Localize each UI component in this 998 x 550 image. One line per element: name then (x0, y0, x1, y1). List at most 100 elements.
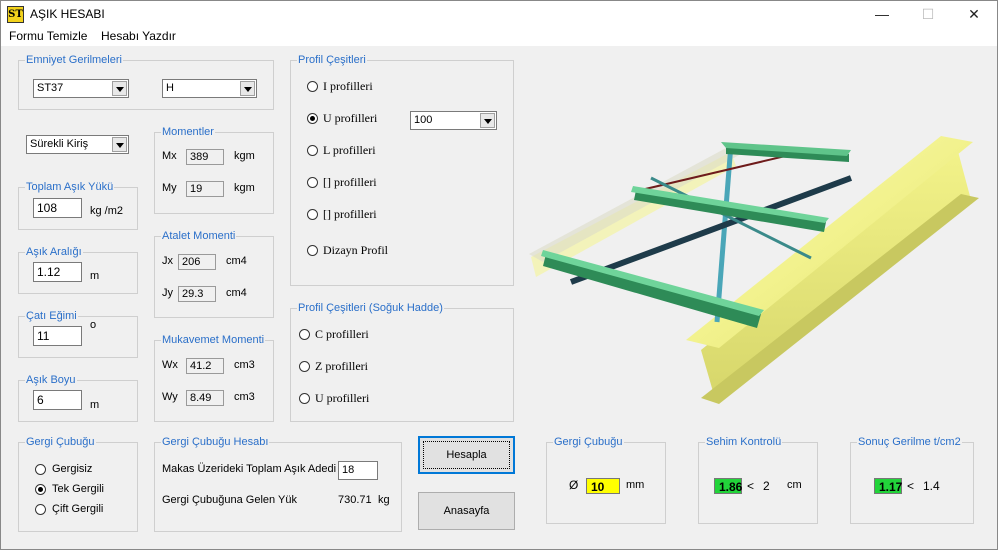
radio-cift-gergili[interactable] (35, 504, 46, 515)
steel-select-value: ST37 (37, 82, 64, 94)
dizayn-profil-label: Dizayn Profil (323, 243, 388, 257)
wx-value: 41.2 (186, 358, 224, 374)
mx-value: 389 (186, 149, 224, 165)
radio-c-profil[interactable] (299, 329, 310, 340)
atalet-legend: Atalet Momenti (162, 230, 236, 242)
toplam-yuk-input[interactable]: 108 (33, 198, 82, 218)
toplam-yuk-legend: Toplam Aşık Yükü (26, 181, 114, 193)
radio-l-profil[interactable] (307, 145, 318, 156)
jx-value: 206 (178, 254, 216, 270)
gerilme-limit: 1.4 (923, 479, 940, 493)
diameter-icon: Ø (569, 478, 579, 492)
tek-gergili-label: Tek Gergili (52, 483, 104, 495)
load-case-select-value: H (166, 82, 174, 94)
result-gergi-value: 10 (586, 478, 620, 494)
minimize-button[interactable]: — (859, 1, 905, 27)
profil-size-value: 100 (414, 114, 433, 126)
wy-value: 8.49 (186, 390, 224, 406)
wy-label: Wy (162, 391, 178, 403)
profil-legend: Profil Çeşitleri (298, 54, 366, 66)
jy-label: Jy (162, 287, 173, 299)
makas-input[interactable]: 18 (338, 461, 378, 480)
result-gergi-unit: mm (626, 479, 645, 491)
gergi-yuk-unit: kg (378, 494, 390, 506)
cift-gergili-label: Çift Gergili (52, 503, 104, 515)
menu-bar: Formu Temizle Hesabı Yazdır (0, 26, 998, 46)
radio-u-profil[interactable] (307, 113, 318, 124)
result-gergi-legend: Gergi Çubuğu (554, 436, 623, 448)
cati-egimi-legend: Çatı Eğimi (26, 310, 77, 322)
soguk-hadde-legend: Profil Çeşitleri (Soğuk Hadde) (298, 302, 443, 314)
i-profil-label: I profilleri (323, 79, 373, 93)
radio-i-profil[interactable] (307, 81, 318, 92)
hesapla-button[interactable]: Hesapla (418, 436, 515, 474)
jy-unit: cm4 (226, 287, 247, 299)
chevron-down-icon[interactable] (112, 81, 127, 96)
mx-unit: kgm (234, 150, 255, 162)
load-case-select[interactable]: H (162, 79, 257, 98)
u-profil-label: U profilleri (323, 111, 378, 125)
asik-araligi-input[interactable]: 1.12 (33, 262, 82, 282)
sehim-legend: Sehim Kontrolü (706, 436, 782, 448)
chevron-down-icon[interactable] (240, 81, 255, 96)
gergisiz-label: Gergisiz (52, 463, 93, 475)
chevron-down-icon[interactable] (112, 137, 127, 152)
radio-box-profil-1[interactable] (307, 177, 318, 188)
close-button[interactable]: ✕ (951, 1, 997, 27)
makas-label: Makas Üzerideki Toplam Aşık Adedi (162, 463, 337, 475)
jx-unit: cm4 (226, 255, 247, 267)
sehim-lt: < (747, 479, 755, 493)
box-profil-2-label: [] profilleri (323, 207, 377, 221)
radio-dizayn-profil[interactable] (307, 245, 318, 256)
atalet-group: Atalet Momenti (154, 230, 274, 318)
profil-size-select[interactable]: 100 (410, 111, 497, 130)
box-profil-1-label: [] profilleri (323, 175, 377, 189)
window-title: AŞIK HESABI (30, 7, 105, 21)
my-unit: kgm (234, 182, 255, 194)
radio-soguk-u-profil[interactable] (299, 393, 310, 404)
soguk-u-profil-label: U profilleri (315, 391, 370, 405)
toplam-yuk-unit: kg /m2 (90, 205, 124, 217)
gerilme-value: 1.17 (874, 478, 902, 494)
jx-label: Jx (162, 255, 173, 267)
cati-egimi-unit: o (90, 319, 97, 331)
anasayfa-button[interactable]: Anasayfa (418, 492, 515, 530)
gergi-yuk-value: 730.71 (338, 494, 372, 506)
momentler-group: Momentler (154, 126, 274, 214)
l-profil-label: L profilleri (323, 143, 376, 157)
z-profil-label: Z profilleri (315, 359, 368, 373)
radio-z-profil[interactable] (299, 361, 310, 372)
gergi-yuk-label: Gergi Çubuğuna Gelen Yük (162, 494, 297, 506)
app-icon: ST (7, 6, 24, 23)
jy-value: 29.3 (178, 286, 216, 302)
maximize-button[interactable]: ☐ (905, 1, 951, 27)
client-area: Emniyet Gerilmeleri ST37 H Sürekli Kiriş… (0, 46, 998, 550)
c-profil-label: C profilleri (315, 327, 369, 341)
menu-formu-temizle[interactable]: Formu Temizle (9, 29, 87, 43)
radio-tek-gergili[interactable] (35, 484, 46, 495)
steel-select[interactable]: ST37 (33, 79, 129, 98)
sehim-unit: cm (787, 479, 802, 491)
beam-type-select[interactable]: Sürekli Kiriş (26, 135, 129, 154)
mukavemet-legend: Mukavemet Momenti (162, 334, 265, 346)
radio-box-profil-2[interactable] (307, 209, 318, 220)
gerilme-lt: < (907, 479, 915, 493)
gerilme-legend: Sonuç Gerilme t/cm2 (858, 436, 961, 448)
asik-boyu-unit: m (90, 399, 100, 411)
wx-label: Wx (162, 359, 178, 371)
radio-gergisiz[interactable] (35, 464, 46, 475)
sehim-value: 1.86 (714, 478, 742, 494)
menu-hesabi-yazdir[interactable]: Hesabı Yazdır (101, 29, 176, 43)
emniyet-legend: Emniyet Gerilmeleri (26, 54, 122, 66)
my-label: My (162, 182, 177, 194)
chevron-down-icon[interactable] (480, 113, 495, 128)
asik-araligi-unit: m (90, 270, 100, 282)
momentler-legend: Momentler (162, 126, 214, 138)
my-value: 19 (186, 181, 224, 197)
cati-egimi-input[interactable]: 11 (33, 326, 82, 346)
roof-structure-illustration (529, 136, 979, 404)
gergi-hesap-group: Gergi Çubuğu Hesabı (154, 436, 402, 532)
beam-type-select-value: Sürekli Kiriş (30, 138, 89, 150)
gergi-hesap-legend: Gergi Çubuğu Hesabı (162, 436, 269, 448)
asik-boyu-input[interactable]: 6 (33, 390, 82, 410)
